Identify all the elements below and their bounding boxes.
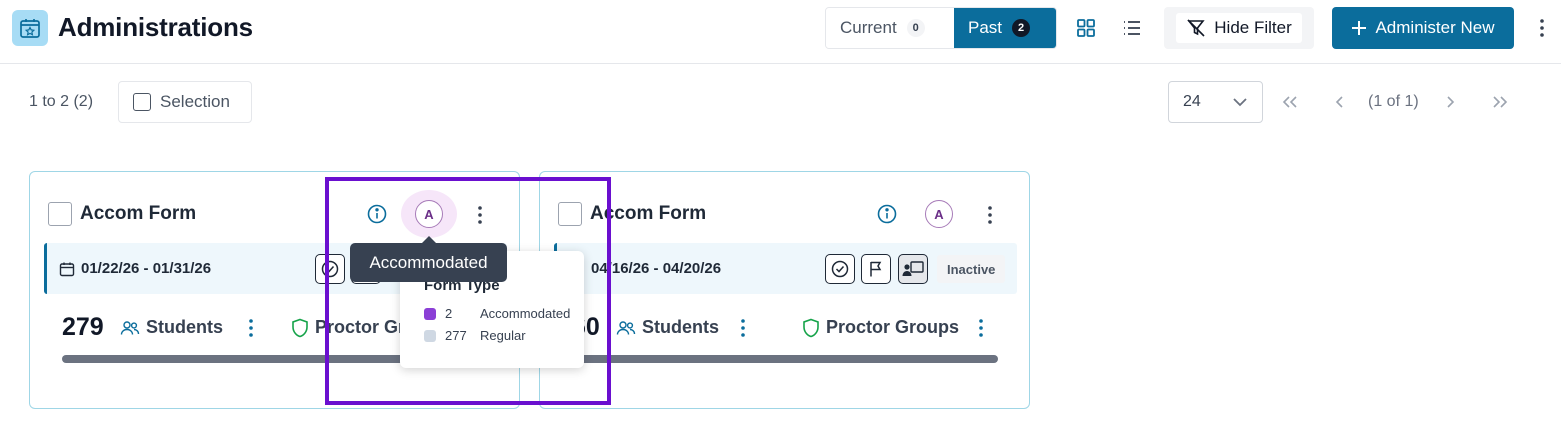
next-page-button[interactable] bbox=[1438, 90, 1462, 114]
chevron-right-icon bbox=[1447, 96, 1455, 108]
date-range-text: 01/22/26 - 01/31/26 bbox=[81, 260, 212, 277]
users-icon bbox=[120, 320, 140, 335]
selection-label: Selection bbox=[160, 92, 230, 111]
flag-status-button[interactable] bbox=[861, 254, 891, 284]
proctor-groups-more-button[interactable] bbox=[974, 316, 988, 340]
students-count: 279 bbox=[62, 313, 104, 341]
students-label: Students bbox=[120, 317, 223, 338]
prev-page-button[interactable] bbox=[1328, 90, 1352, 114]
legend-count: 277 bbox=[445, 328, 467, 343]
calendar-icon bbox=[59, 262, 75, 276]
card-more-button[interactable] bbox=[982, 202, 998, 228]
students-label-text: Students bbox=[146, 317, 224, 337]
info-icon[interactable] bbox=[876, 203, 898, 225]
calendar-star-icon bbox=[12, 10, 48, 46]
card-more-button[interactable] bbox=[472, 202, 488, 228]
completion-status-button[interactable] bbox=[825, 254, 855, 284]
administration-card[interactable]: Accom Form A 04/16/26 - 04/20/26 Inactiv… bbox=[539, 171, 1030, 409]
legend-label: Accommodated bbox=[480, 306, 571, 321]
page-indicator: (1 of 1) bbox=[1368, 93, 1419, 110]
first-page-button[interactable] bbox=[1278, 90, 1302, 114]
tab-past-label: Past bbox=[968, 18, 1003, 37]
tooltip-arrow bbox=[422, 236, 436, 243]
accommodated-tooltip: Accommodated bbox=[350, 243, 507, 282]
card-select-checkbox[interactable] bbox=[558, 202, 582, 226]
accommodated-icon[interactable]: A bbox=[925, 200, 953, 228]
legend-swatch bbox=[424, 329, 436, 342]
proctor-groups-text: Proctor Groups bbox=[826, 317, 960, 337]
header-more-button[interactable] bbox=[1532, 14, 1552, 42]
chevrons-right-icon bbox=[1493, 96, 1508, 108]
hide-filter-button[interactable]: Hide Filter bbox=[1164, 7, 1314, 49]
administer-new-label: Administer New bbox=[1375, 18, 1495, 37]
flag-icon bbox=[870, 261, 882, 277]
selection-checkbox-icon bbox=[133, 93, 151, 111]
tab-current[interactable]: Current 0 bbox=[826, 8, 954, 48]
proctor-view-button[interactable] bbox=[898, 254, 928, 284]
presenter-icon bbox=[902, 261, 924, 276]
check-circle-icon bbox=[321, 260, 339, 278]
students-label: Students bbox=[616, 317, 719, 338]
card-title: Accom Form bbox=[80, 203, 197, 224]
list-icon bbox=[1124, 21, 1140, 35]
administer-new-button[interactable]: Administer New bbox=[1332, 7, 1514, 49]
kebab-icon bbox=[249, 319, 253, 337]
tab-past[interactable]: Past 2 bbox=[954, 8, 1056, 48]
students-more-button[interactable] bbox=[736, 316, 750, 340]
shield-icon bbox=[292, 318, 308, 337]
last-page-button[interactable] bbox=[1488, 90, 1512, 114]
info-icon[interactable] bbox=[366, 203, 388, 225]
kebab-icon bbox=[478, 206, 482, 224]
hide-filter-label: Hide Filter bbox=[1214, 18, 1292, 37]
shield-icon bbox=[803, 318, 819, 337]
accommodated-icon[interactable]: A bbox=[415, 200, 443, 228]
kebab-icon bbox=[741, 319, 745, 337]
kebab-icon bbox=[1540, 19, 1544, 37]
date-range-text: 04/16/26 - 04/20/26 bbox=[591, 260, 722, 277]
chevron-down-icon bbox=[1233, 98, 1247, 107]
kebab-icon bbox=[988, 206, 992, 224]
proctor-groups-label: Proctor Groups bbox=[802, 317, 959, 338]
page-size-select[interactable]: 24 bbox=[1168, 81, 1263, 123]
legend-swatch bbox=[424, 307, 436, 320]
students-more-button[interactable] bbox=[244, 316, 258, 340]
filter-off-icon bbox=[1187, 19, 1205, 37]
progress-bar bbox=[570, 355, 998, 363]
page-header: Administrations Current 0 Past 2 Hide Fi… bbox=[0, 0, 1561, 64]
check-circle-icon bbox=[831, 260, 849, 278]
past-count-badge: 2 bbox=[1012, 19, 1031, 37]
current-count-badge: 0 bbox=[906, 19, 925, 37]
legend-item: 277 Regular bbox=[424, 328, 526, 343]
chevron-left-icon bbox=[1335, 96, 1343, 108]
legend-count: 2 bbox=[445, 306, 453, 321]
legend-item: 2 Accommodated bbox=[424, 306, 570, 321]
page-size-value: 24 bbox=[1183, 93, 1201, 110]
date-range: 04/16/26 - 04/20/26 bbox=[591, 260, 721, 277]
tab-current-label: Current bbox=[840, 18, 897, 37]
status-badge: Inactive bbox=[937, 255, 1006, 283]
card-select-checkbox[interactable] bbox=[48, 202, 72, 226]
card-title: Accom Form bbox=[590, 203, 707, 224]
kebab-icon bbox=[979, 319, 983, 337]
grid-icon bbox=[1077, 19, 1095, 37]
date-range: 01/22/26 - 01/31/26 bbox=[59, 260, 211, 277]
proctor-groups-label: Proctor Gr bbox=[291, 317, 405, 338]
proctor-groups-text: Proctor Gr bbox=[315, 317, 406, 337]
chevrons-left-icon bbox=[1282, 96, 1297, 108]
list-view-button[interactable] bbox=[1118, 14, 1146, 42]
date-band: 04/16/26 - 04/20/26 Inactive bbox=[554, 243, 1017, 294]
current-past-toggle: Current 0 Past 2 bbox=[825, 7, 1057, 49]
selection-button[interactable]: Selection bbox=[118, 81, 252, 123]
results-range: 1 to 2 (2) bbox=[29, 93, 94, 110]
page-title: Administrations bbox=[58, 12, 253, 42]
completion-status-button[interactable] bbox=[315, 254, 345, 284]
students-label-text: Students bbox=[642, 317, 720, 337]
plus-icon bbox=[1352, 21, 1367, 35]
grid-view-button[interactable] bbox=[1072, 14, 1100, 42]
users-icon bbox=[616, 320, 636, 335]
legend-label: Regular bbox=[480, 328, 526, 343]
